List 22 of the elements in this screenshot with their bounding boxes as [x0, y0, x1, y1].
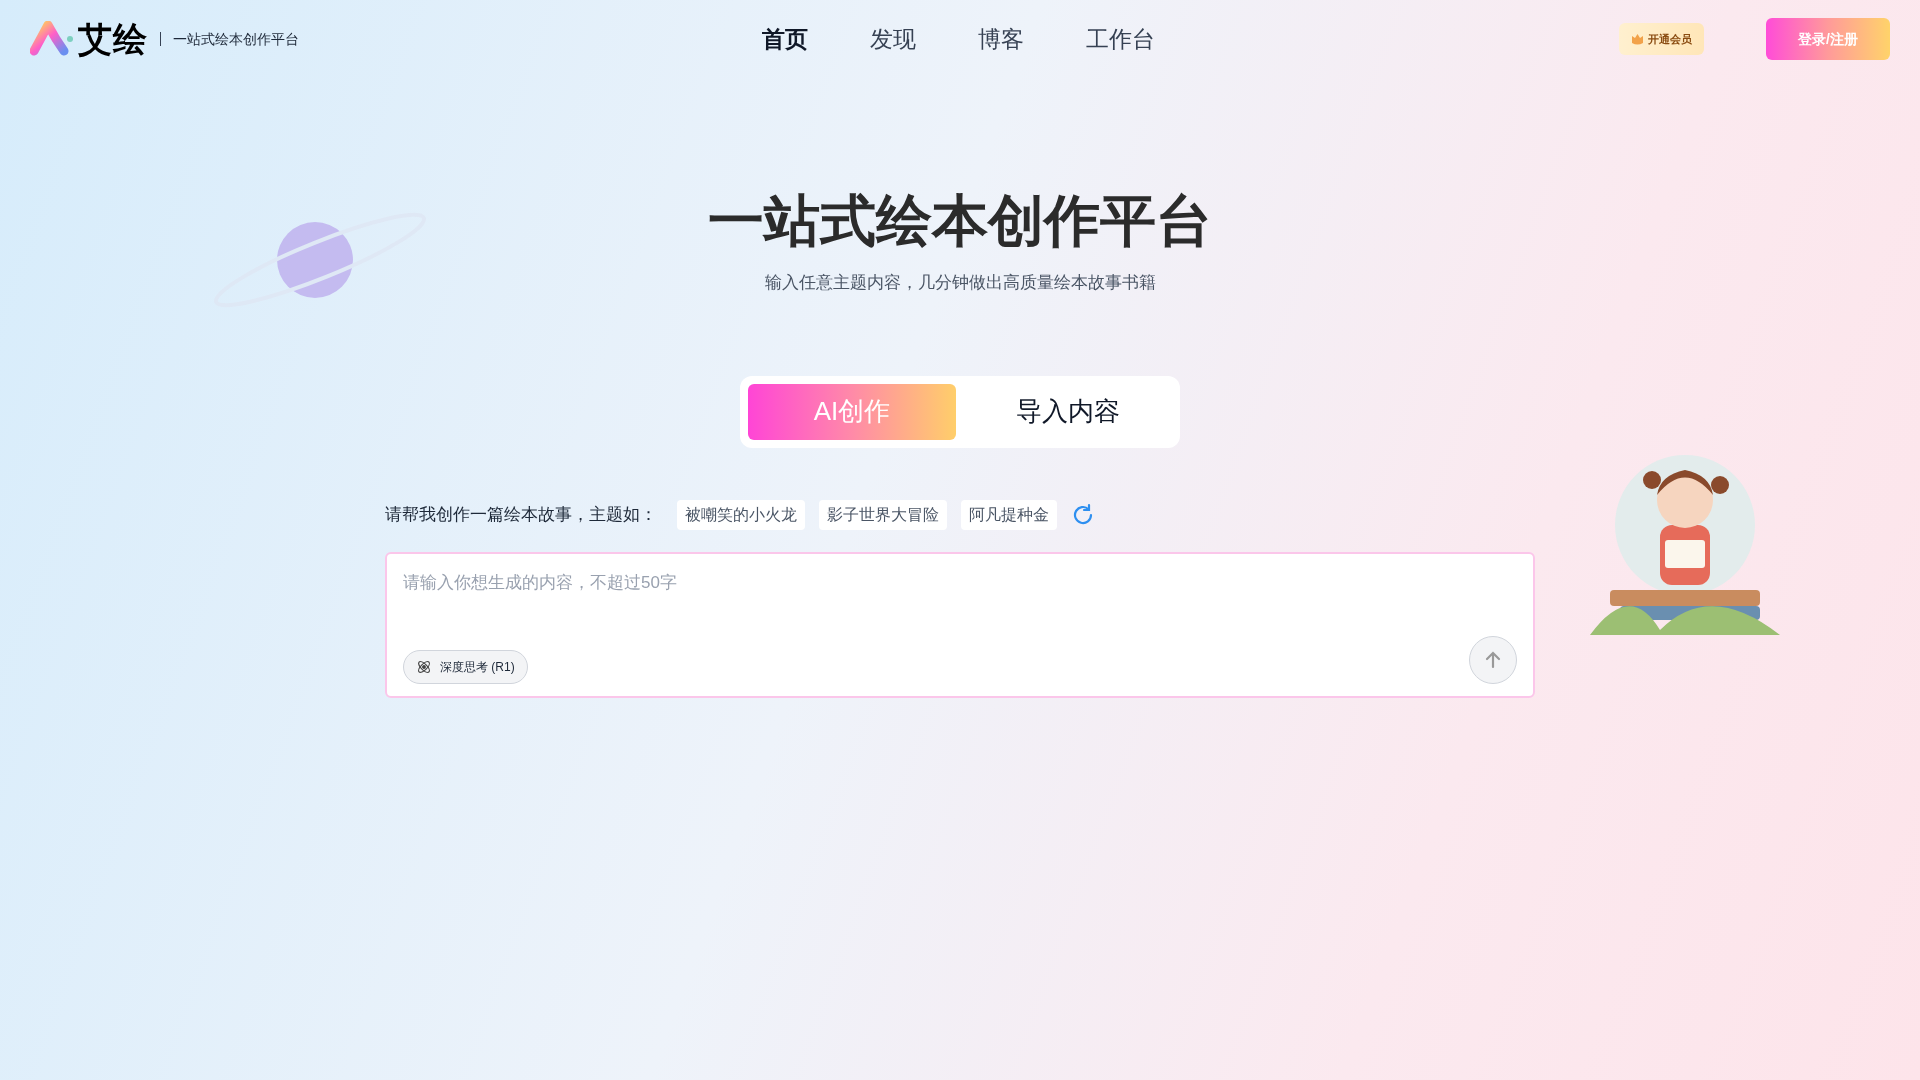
send-button[interactable] — [1469, 635, 1517, 684]
crown-icon — [1631, 32, 1644, 46]
prompt-box[interactable]: 请输入你想生成的内容，不超过50字 深度思考 (R1) — [385, 551, 1535, 698]
nav-link[interactable]: 首页 — [762, 21, 808, 57]
atom-icon — [416, 658, 432, 675]
topic-chip[interactable]: 阿凡提种金 — [961, 499, 1057, 530]
mode-tab[interactable]: 导入内容 — [964, 383, 1172, 440]
vip-button[interactable]: 开通会员 — [1619, 23, 1704, 55]
nav-link[interactable]: 博客 — [978, 21, 1024, 57]
logo-icon — [30, 21, 74, 57]
logo-text: 艾绘 — [78, 18, 148, 60]
hero-subtitle: 输入任意主题内容，几分钟做出高质量绘本故事书籍 — [764, 272, 1156, 294]
prompt-label: 请帮我创作一篇绘本故事，主题如： — [385, 503, 657, 526]
hero-title: 一站式绘本创作平台 — [708, 188, 1212, 254]
nav-link[interactable]: 发现 — [870, 21, 916, 57]
topic-chip[interactable]: 被嘲笑的小火龙 — [677, 499, 805, 530]
nav-link[interactable]: 工作台 — [1086, 21, 1155, 57]
topic-chip[interactable]: 影子世界大冒险 — [819, 499, 947, 530]
refresh-icon[interactable] — [1071, 502, 1095, 527]
deep-think-toggle[interactable]: 深度思考 (R1) — [403, 649, 528, 684]
arrow-up-icon — [1483, 649, 1503, 670]
tagline: 一站式绘本创作平台 — [172, 29, 299, 49]
